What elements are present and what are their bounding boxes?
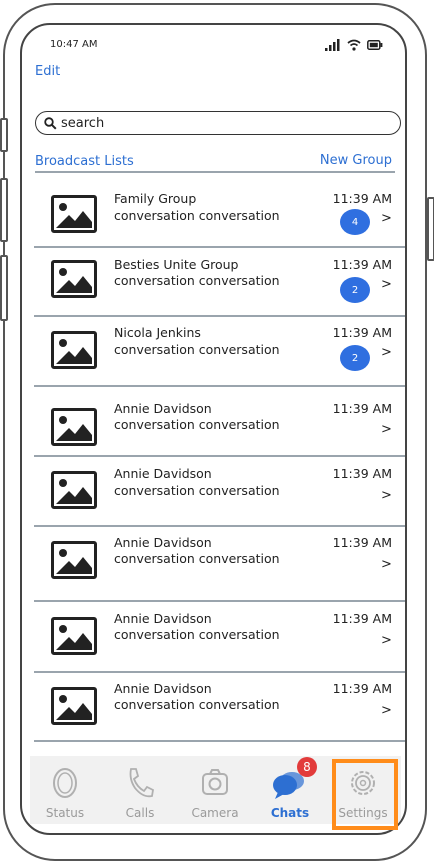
chevron-right-icon: > (381, 277, 392, 292)
chat-preview: conversation conversation (114, 551, 280, 566)
chat-time: 11:39 AM (332, 611, 392, 626)
chat-name: Nicola Jenkins (114, 325, 201, 340)
avatar-placeholder-icon (51, 687, 97, 725)
tab-chats[interactable]: 8 Chats (255, 756, 325, 824)
signal-icon (325, 39, 340, 51)
search-input[interactable]: search (35, 111, 401, 135)
chat-row[interactable]: Annie Davidson conversation conversation… (34, 456, 405, 527)
status-icons (325, 39, 383, 51)
chat-preview: conversation conversation (114, 627, 280, 642)
chevron-right-icon: > (381, 211, 392, 226)
chat-name: Annie Davidson (114, 535, 212, 550)
chevron-right-icon: > (381, 345, 392, 360)
tab-chats-label: Chats (270, 806, 310, 820)
chat-row[interactable]: Annie Davidson conversation conversation… (34, 386, 405, 457)
chat-name: Annie Davidson (114, 611, 212, 626)
edit-button[interactable]: Edit (35, 64, 60, 79)
header-divider (35, 171, 395, 173)
chevron-right-icon: > (381, 703, 392, 718)
phone-icon (129, 768, 154, 798)
chat-time: 11:39 AM (332, 191, 392, 206)
tab-calls[interactable]: Calls (105, 756, 175, 824)
avatar-placeholder-icon (51, 541, 97, 579)
chat-name: Annie Davidson (114, 681, 212, 696)
status-time: 10:47 AM (50, 39, 98, 50)
chat-preview: conversation conversation (114, 342, 280, 357)
side-button-volume-down (0, 255, 8, 321)
status-icon (53, 768, 77, 798)
broadcast-lists-link[interactable]: Broadcast Lists (35, 154, 134, 169)
settings-highlight-box (332, 759, 398, 830)
search-text: search (61, 115, 105, 131)
chat-time: 11:39 AM (332, 466, 392, 481)
search-icon (44, 116, 57, 130)
avatar-placeholder-icon (51, 617, 97, 655)
tab-status[interactable]: Status (30, 756, 100, 824)
unread-badge: 4 (340, 209, 370, 235)
unread-badge: 2 (340, 345, 370, 371)
tab-status-label: Status (45, 806, 85, 820)
tab-camera[interactable]: Camera (180, 756, 250, 824)
avatar-placeholder-icon (51, 195, 97, 233)
avatar-placeholder-icon (51, 331, 97, 369)
chevron-right-icon: > (381, 422, 392, 437)
chat-time: 11:39 AM (332, 325, 392, 340)
row-divider (34, 740, 405, 742)
unread-badge: 2 (340, 277, 370, 303)
chat-row[interactable]: Nicola Jenkins conversation conversation… (34, 316, 405, 387)
tab-camera-label: Camera (191, 806, 239, 820)
chat-row[interactable]: Annie Davidson conversation conversation… (34, 601, 405, 673)
chat-time: 11:39 AM (332, 401, 392, 416)
wifi-icon (347, 39, 361, 51)
chat-time: 11:39 AM (332, 257, 392, 272)
chat-preview: conversation conversation (114, 208, 280, 223)
chat-row[interactable]: Besties Unite Group conversation convers… (34, 247, 405, 317)
chat-time: 11:39 AM (332, 535, 392, 550)
chat-preview: conversation conversation (114, 697, 280, 712)
avatar-placeholder-icon (51, 408, 97, 446)
chat-preview: conversation conversation (114, 483, 280, 498)
side-button-mute (0, 118, 8, 152)
chat-name: Annie Davidson (114, 466, 212, 481)
avatar-placeholder-icon (51, 260, 97, 298)
chevron-right-icon: > (381, 633, 392, 648)
chat-row[interactable]: Annie Davidson conversation conversation… (34, 526, 405, 602)
side-button-power (427, 197, 434, 261)
screen: 10:47 AM Edit search Broadcast Lists New… (20, 23, 407, 835)
chats-badge: 8 (297, 757, 317, 777)
avatar-placeholder-icon (51, 471, 97, 509)
chat-name: Family Group (114, 191, 197, 206)
chevron-right-icon: > (381, 488, 392, 503)
tab-calls-label: Calls (125, 806, 155, 820)
side-button-volume-up (0, 178, 8, 242)
chat-name: Annie Davidson (114, 401, 212, 416)
new-group-link[interactable]: New Group (320, 153, 392, 168)
chat-row[interactable]: Annie Davidson conversation conversation… (34, 672, 405, 742)
chat-preview: conversation conversation (114, 417, 280, 432)
chat-row[interactable]: Family Group conversation conversation 1… (34, 177, 405, 248)
battery-icon (367, 40, 383, 50)
camera-icon (202, 769, 228, 795)
chat-preview: conversation conversation (114, 273, 280, 288)
chat-name: Besties Unite Group (114, 257, 239, 272)
chat-time: 11:39 AM (332, 681, 392, 696)
chevron-right-icon: > (381, 557, 392, 572)
